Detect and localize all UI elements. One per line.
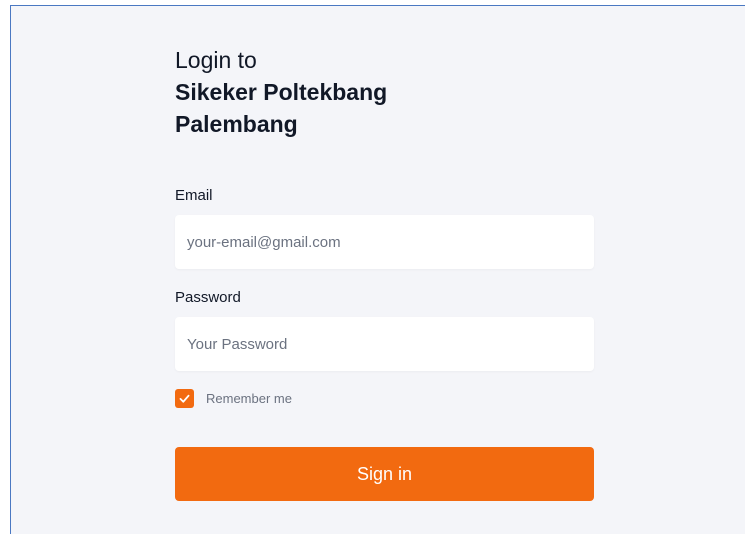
page-title: Login to Sikeker Poltekbang Palembang [175,44,594,140]
remember-me-label: Remember me [206,390,292,406]
email-label: Email [175,187,213,204]
password-label: Password [175,289,241,306]
password-field[interactable] [175,317,594,371]
remember-me-checkbox[interactable] [175,388,194,408]
remember-me-row: Remember me [175,388,594,408]
sign-in-button[interactable]: Sign in [175,447,594,501]
login-page: Login to Sikeker Poltekbang Palembang Em… [10,5,745,534]
email-field[interactable] [175,215,594,269]
title-app-name-line2: Palembang [175,111,298,137]
title-app-name-line1: Sikeker Poltekbang [175,79,388,105]
login-form: Login to Sikeker Poltekbang Palembang Em… [175,44,594,501]
checkmark-icon [179,394,190,403]
title-prefix: Login to [175,47,257,73]
